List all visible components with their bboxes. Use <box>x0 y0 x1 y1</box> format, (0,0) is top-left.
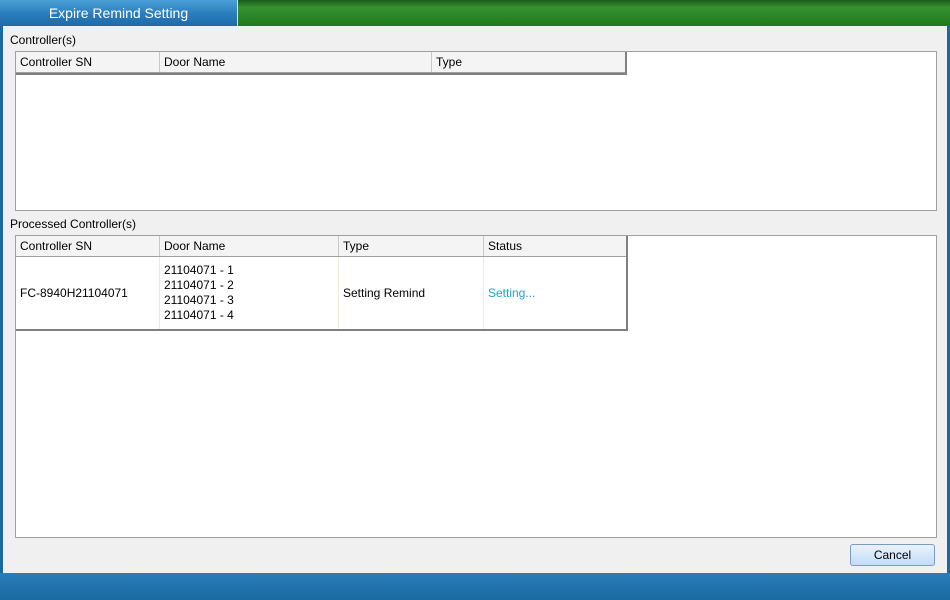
column-header-door-name[interactable]: Door Name <box>160 236 339 256</box>
controllers-section-label: Controller(s) <box>10 33 77 47</box>
table-row[interactable]: FC-8940H21104071 21104071 - 1 21104071 -… <box>16 257 626 329</box>
window-title: Expire Remind Setting <box>48 5 189 21</box>
cell-type: Setting Remind <box>339 257 484 329</box>
cancel-button[interactable]: Cancel <box>850 544 935 566</box>
controllers-list-panel[interactable]: Controller SN Door Name Type <box>15 51 937 211</box>
door-name-item: 21104071 - 2 <box>164 278 234 292</box>
column-header-status[interactable]: Status <box>484 236 626 256</box>
expire-remind-window: Expire Remind Setting Controller(s) Cont… <box>0 0 950 600</box>
status-text: Setting... <box>488 286 536 300</box>
controllers-grid-header: Controller SN Door Name Type <box>16 52 625 73</box>
door-name-item: 21104071 - 1 <box>164 263 234 277</box>
processed-section-label: Processed Controller(s) <box>10 217 137 231</box>
door-name-item: 21104071 - 4 <box>164 308 234 322</box>
controllers-grid: Controller SN Door Name Type <box>16 52 627 75</box>
column-header-type[interactable]: Type <box>432 52 625 72</box>
column-header-controller-sn[interactable]: Controller SN <box>16 52 160 72</box>
title-bar-highlight <box>238 0 950 8</box>
type-text: Setting Remind <box>343 286 426 300</box>
cell-controller-sn: FC-8940H21104071 <box>16 257 160 329</box>
column-header-controller-sn[interactable]: Controller SN <box>16 236 160 256</box>
cell-door-names: 21104071 - 1 21104071 - 2 21104071 - 3 2… <box>160 257 339 329</box>
door-name-item: 21104071 - 3 <box>164 293 234 307</box>
column-header-door-name[interactable]: Door Name <box>160 52 432 72</box>
dialog-client-area: Controller(s) Controller SN Door Name Ty… <box>3 26 947 573</box>
title-bar: Expire Remind Setting <box>0 0 950 26</box>
cell-status: Setting... <box>484 257 626 329</box>
processed-list-panel[interactable]: Controller SN Door Name Type Status FC-8… <box>15 235 937 538</box>
processed-grid-header: Controller SN Door Name Type Status <box>16 236 626 257</box>
controller-sn-text: FC-8940H21104071 <box>20 286 128 300</box>
processed-grid: Controller SN Door Name Type Status FC-8… <box>16 236 628 331</box>
window-title-tab: Expire Remind Setting <box>0 0 238 26</box>
column-header-type[interactable]: Type <box>339 236 484 256</box>
window-bottom-bar <box>0 573 950 600</box>
